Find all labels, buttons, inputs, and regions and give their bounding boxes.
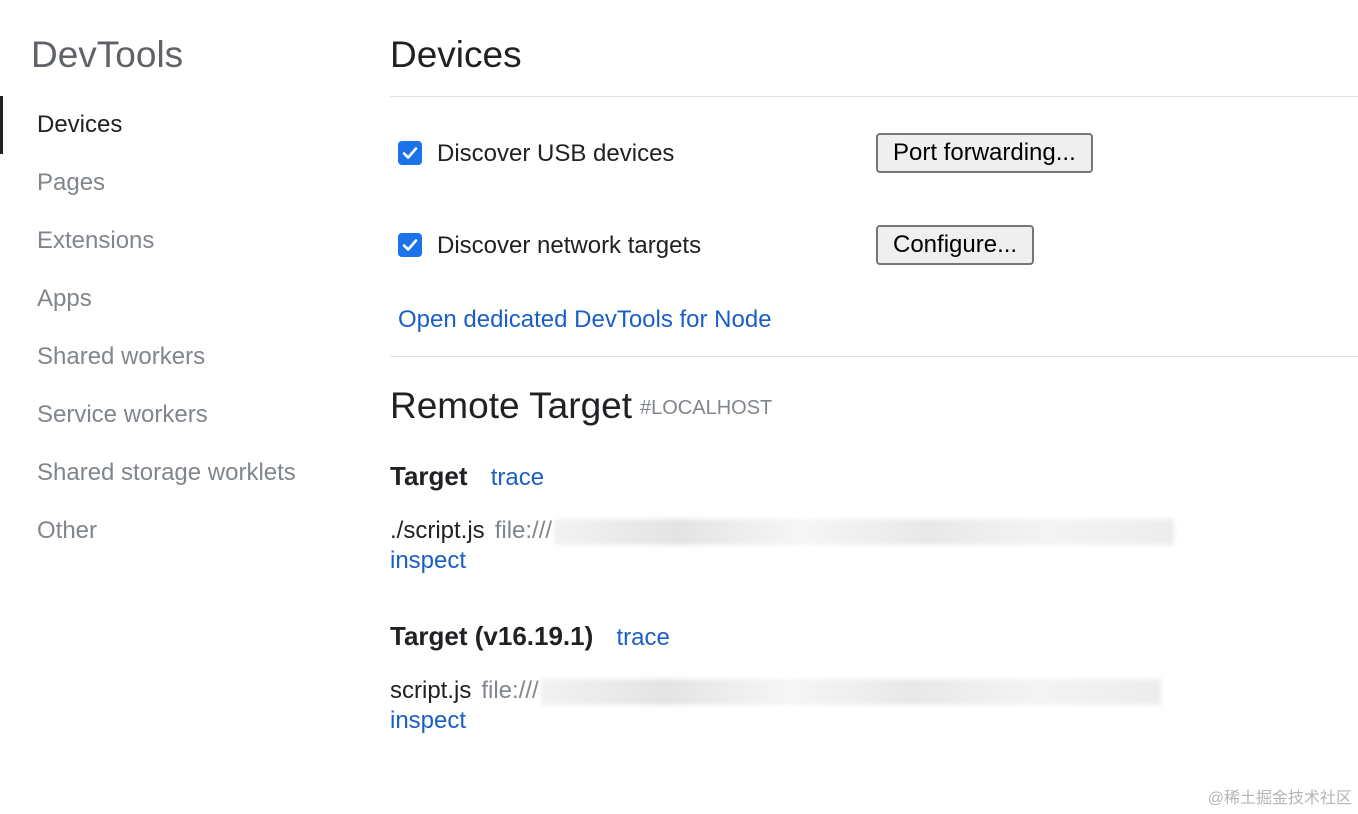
sidebar-item-shared-storage-worklets[interactable]: Shared storage worklets xyxy=(0,444,360,502)
header-divider xyxy=(390,96,1358,97)
usb-label: Discover USB devices xyxy=(437,140,675,167)
target-item: Target trace ./script.js file:/// inspect xyxy=(390,460,1290,576)
configure-button[interactable]: Configure... xyxy=(876,225,1035,265)
remote-target-label: Remote Target xyxy=(390,385,632,426)
localhost-tag: #LOCALHOST xyxy=(640,397,773,420)
target-script: script.js xyxy=(390,677,472,704)
network-option-row: Discover network targets Configure... xyxy=(398,225,1138,269)
remote-target-title: Remote Target #LOCALHOST xyxy=(390,384,772,430)
sidebar-item-shared-workers[interactable]: Shared workers xyxy=(0,328,360,386)
trace-link[interactable]: trace xyxy=(491,464,544,491)
target-url: file:/// xyxy=(481,677,539,704)
checkmark-icon xyxy=(402,239,418,251)
network-checkbox[interactable] xyxy=(398,233,422,257)
target-script: ./script.js xyxy=(390,517,485,544)
page-title: Devices xyxy=(390,34,522,75)
checkmark-icon xyxy=(402,147,418,159)
sidebar-item-extensions[interactable]: Extensions xyxy=(0,212,360,270)
sidebar: DevTools Devices Pages Extensions Apps S… xyxy=(0,0,360,814)
trace-link[interactable]: trace xyxy=(617,624,670,651)
sidebar-item-devices[interactable]: Devices xyxy=(0,96,360,154)
sidebar-item-other[interactable]: Other xyxy=(0,502,360,560)
section-divider xyxy=(390,356,1358,357)
redacted-path xyxy=(540,678,1161,705)
sidebar-item-service-workers[interactable]: Service workers xyxy=(0,386,360,444)
sidebar-nav: Devices Pages Extensions Apps Shared wor… xyxy=(0,96,360,560)
sidebar-item-pages[interactable]: Pages xyxy=(0,154,360,212)
target-item: Target (v16.19.1) trace script.js file://… xyxy=(390,620,1290,736)
app-title: DevTools xyxy=(31,34,184,75)
target-name: Target xyxy=(390,461,468,491)
target-url: file:/// xyxy=(494,517,553,544)
inspect-link[interactable]: inspect xyxy=(390,546,1290,576)
port-forwarding-button[interactable]: Port forwarding... xyxy=(876,133,1093,173)
watermark: @稀土掘金技术社区 xyxy=(1207,790,1352,807)
network-label: Discover network targets xyxy=(437,232,702,259)
sidebar-item-apps[interactable]: Apps xyxy=(0,270,360,328)
redacted-path xyxy=(554,518,1175,545)
usb-checkbox[interactable] xyxy=(398,141,422,165)
node-devtools-link[interactable]: Open dedicated DevTools for Node xyxy=(398,304,772,336)
inspect-link[interactable]: inspect xyxy=(390,706,1290,736)
usb-option-row: Discover USB devices Port forwarding... xyxy=(398,133,1138,177)
target-name: Target (v16.19.1) xyxy=(390,621,594,651)
main-panel: Devices Discover USB devices Port forwar… xyxy=(390,0,1358,814)
